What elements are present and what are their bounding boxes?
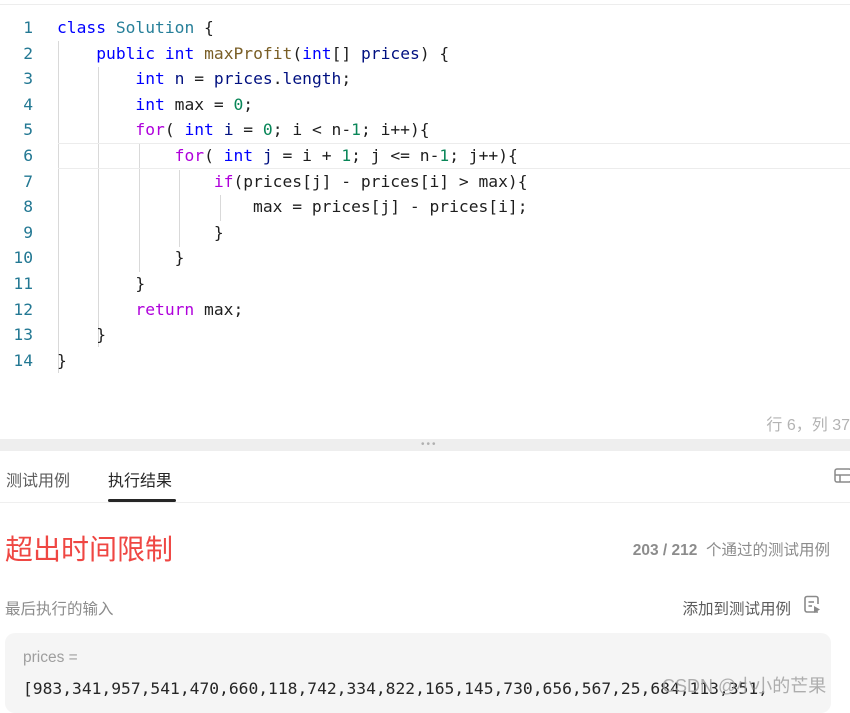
code-line: 6 for( int j = i + 1; j <= n-1; j++){ <box>0 143 850 169</box>
line-number: 8 <box>23 197 33 217</box>
code-line: 4 int max = 0; <box>0 92 850 118</box>
code-text[interactable]: int n = prices.length; <box>57 66 351 92</box>
add-to-testcase-button[interactable]: 添加到测试用例 <box>682 597 791 619</box>
code-text[interactable]: max = prices[j] - prices[i]; <box>57 194 527 220</box>
code-line: 10 } <box>0 245 850 271</box>
code-text[interactable]: class Solution { <box>57 15 214 41</box>
code-line: 9 } <box>0 220 850 246</box>
code-text[interactable]: } <box>57 322 106 348</box>
top-border <box>0 4 850 5</box>
line-number: 1 <box>23 18 33 37</box>
code-line: 1 class Solution { <box>0 15 850 41</box>
passed-testcases: 203 / 212 个通过的测试用例 <box>633 538 830 560</box>
code-line: 12 return max; <box>0 297 850 323</box>
param-name: prices = <box>23 649 78 666</box>
code-text[interactable]: } <box>57 245 185 271</box>
code-text[interactable]: if(prices[j] - prices[i] > max){ <box>57 169 528 195</box>
code-line: 8 max = prices[j] - prices[i]; <box>0 194 850 220</box>
passed-label: 个通过的测试用例 <box>705 542 830 559</box>
add-testcase-icon[interactable] <box>804 595 822 615</box>
cursor-position: 行 6，列 37 <box>766 417 850 434</box>
code-text[interactable]: } <box>57 348 67 374</box>
tab-testcase[interactable]: 测试用例 <box>6 467 70 491</box>
code-line: 2 public int maxProfit(int[] prices) { <box>0 41 850 67</box>
code-text[interactable]: } <box>57 220 224 246</box>
code-text[interactable]: int max = 0; <box>57 92 253 118</box>
active-tab-indicator <box>108 499 176 502</box>
line-number: 12 <box>13 299 33 319</box>
code-text[interactable]: return max; <box>57 297 243 323</box>
line-number: 13 <box>13 325 33 345</box>
last-input-label: 最后执行的输入 <box>5 601 114 618</box>
tab-result[interactable]: 执行结果 <box>108 467 172 491</box>
line-number: 10 <box>13 248 33 268</box>
code-editor[interactable]: 1 class Solution {2 public int maxProfit(… <box>0 15 850 405</box>
drag-dots-icon: ••• <box>421 439 438 450</box>
line-number: 4 <box>23 94 33 114</box>
code-line: 3 int n = prices.length; <box>0 66 850 92</box>
code-text[interactable]: } <box>57 271 145 297</box>
code-line: 13 } <box>0 322 850 348</box>
code-line: 11 } <box>0 271 850 297</box>
panel-resize-handle[interactable]: ••• <box>0 439 850 451</box>
result-status: 超出时间限制 <box>5 534 174 565</box>
line-number: 11 <box>13 274 33 293</box>
code-line: 14} <box>0 348 850 374</box>
code-text[interactable]: public int maxProfit(int[] prices) { <box>57 41 449 67</box>
param-value: [983,341,957,541,470,660,118,742,334,822… <box>23 679 768 698</box>
line-number: 3 <box>23 69 33 89</box>
line-number: 9 <box>23 222 33 242</box>
line-number: 14 <box>13 350 33 370</box>
line-number: 6 <box>23 146 33 165</box>
passed-count: 203 / 212 <box>632 542 698 559</box>
code-text[interactable]: for( int i = 0; i < n-1; i++){ <box>57 117 429 143</box>
line-number: 5 <box>23 120 33 140</box>
line-number: 7 <box>23 171 33 191</box>
line-number: 2 <box>23 43 33 63</box>
code-line: 7 if(prices[j] - prices[i] > max){ <box>0 169 850 195</box>
watermark: CSDN @小小的芒果 <box>662 676 827 696</box>
code-text[interactable]: for( int j = i + 1; j <= n-1; j++){ <box>57 143 518 169</box>
code-line: 5 for( int i = 0; i < n-1; i++){ <box>0 117 850 143</box>
console-tabs: 测试用例 执行结果 <box>0 451 850 503</box>
layout-toggle-icon[interactable] <box>834 467 850 483</box>
